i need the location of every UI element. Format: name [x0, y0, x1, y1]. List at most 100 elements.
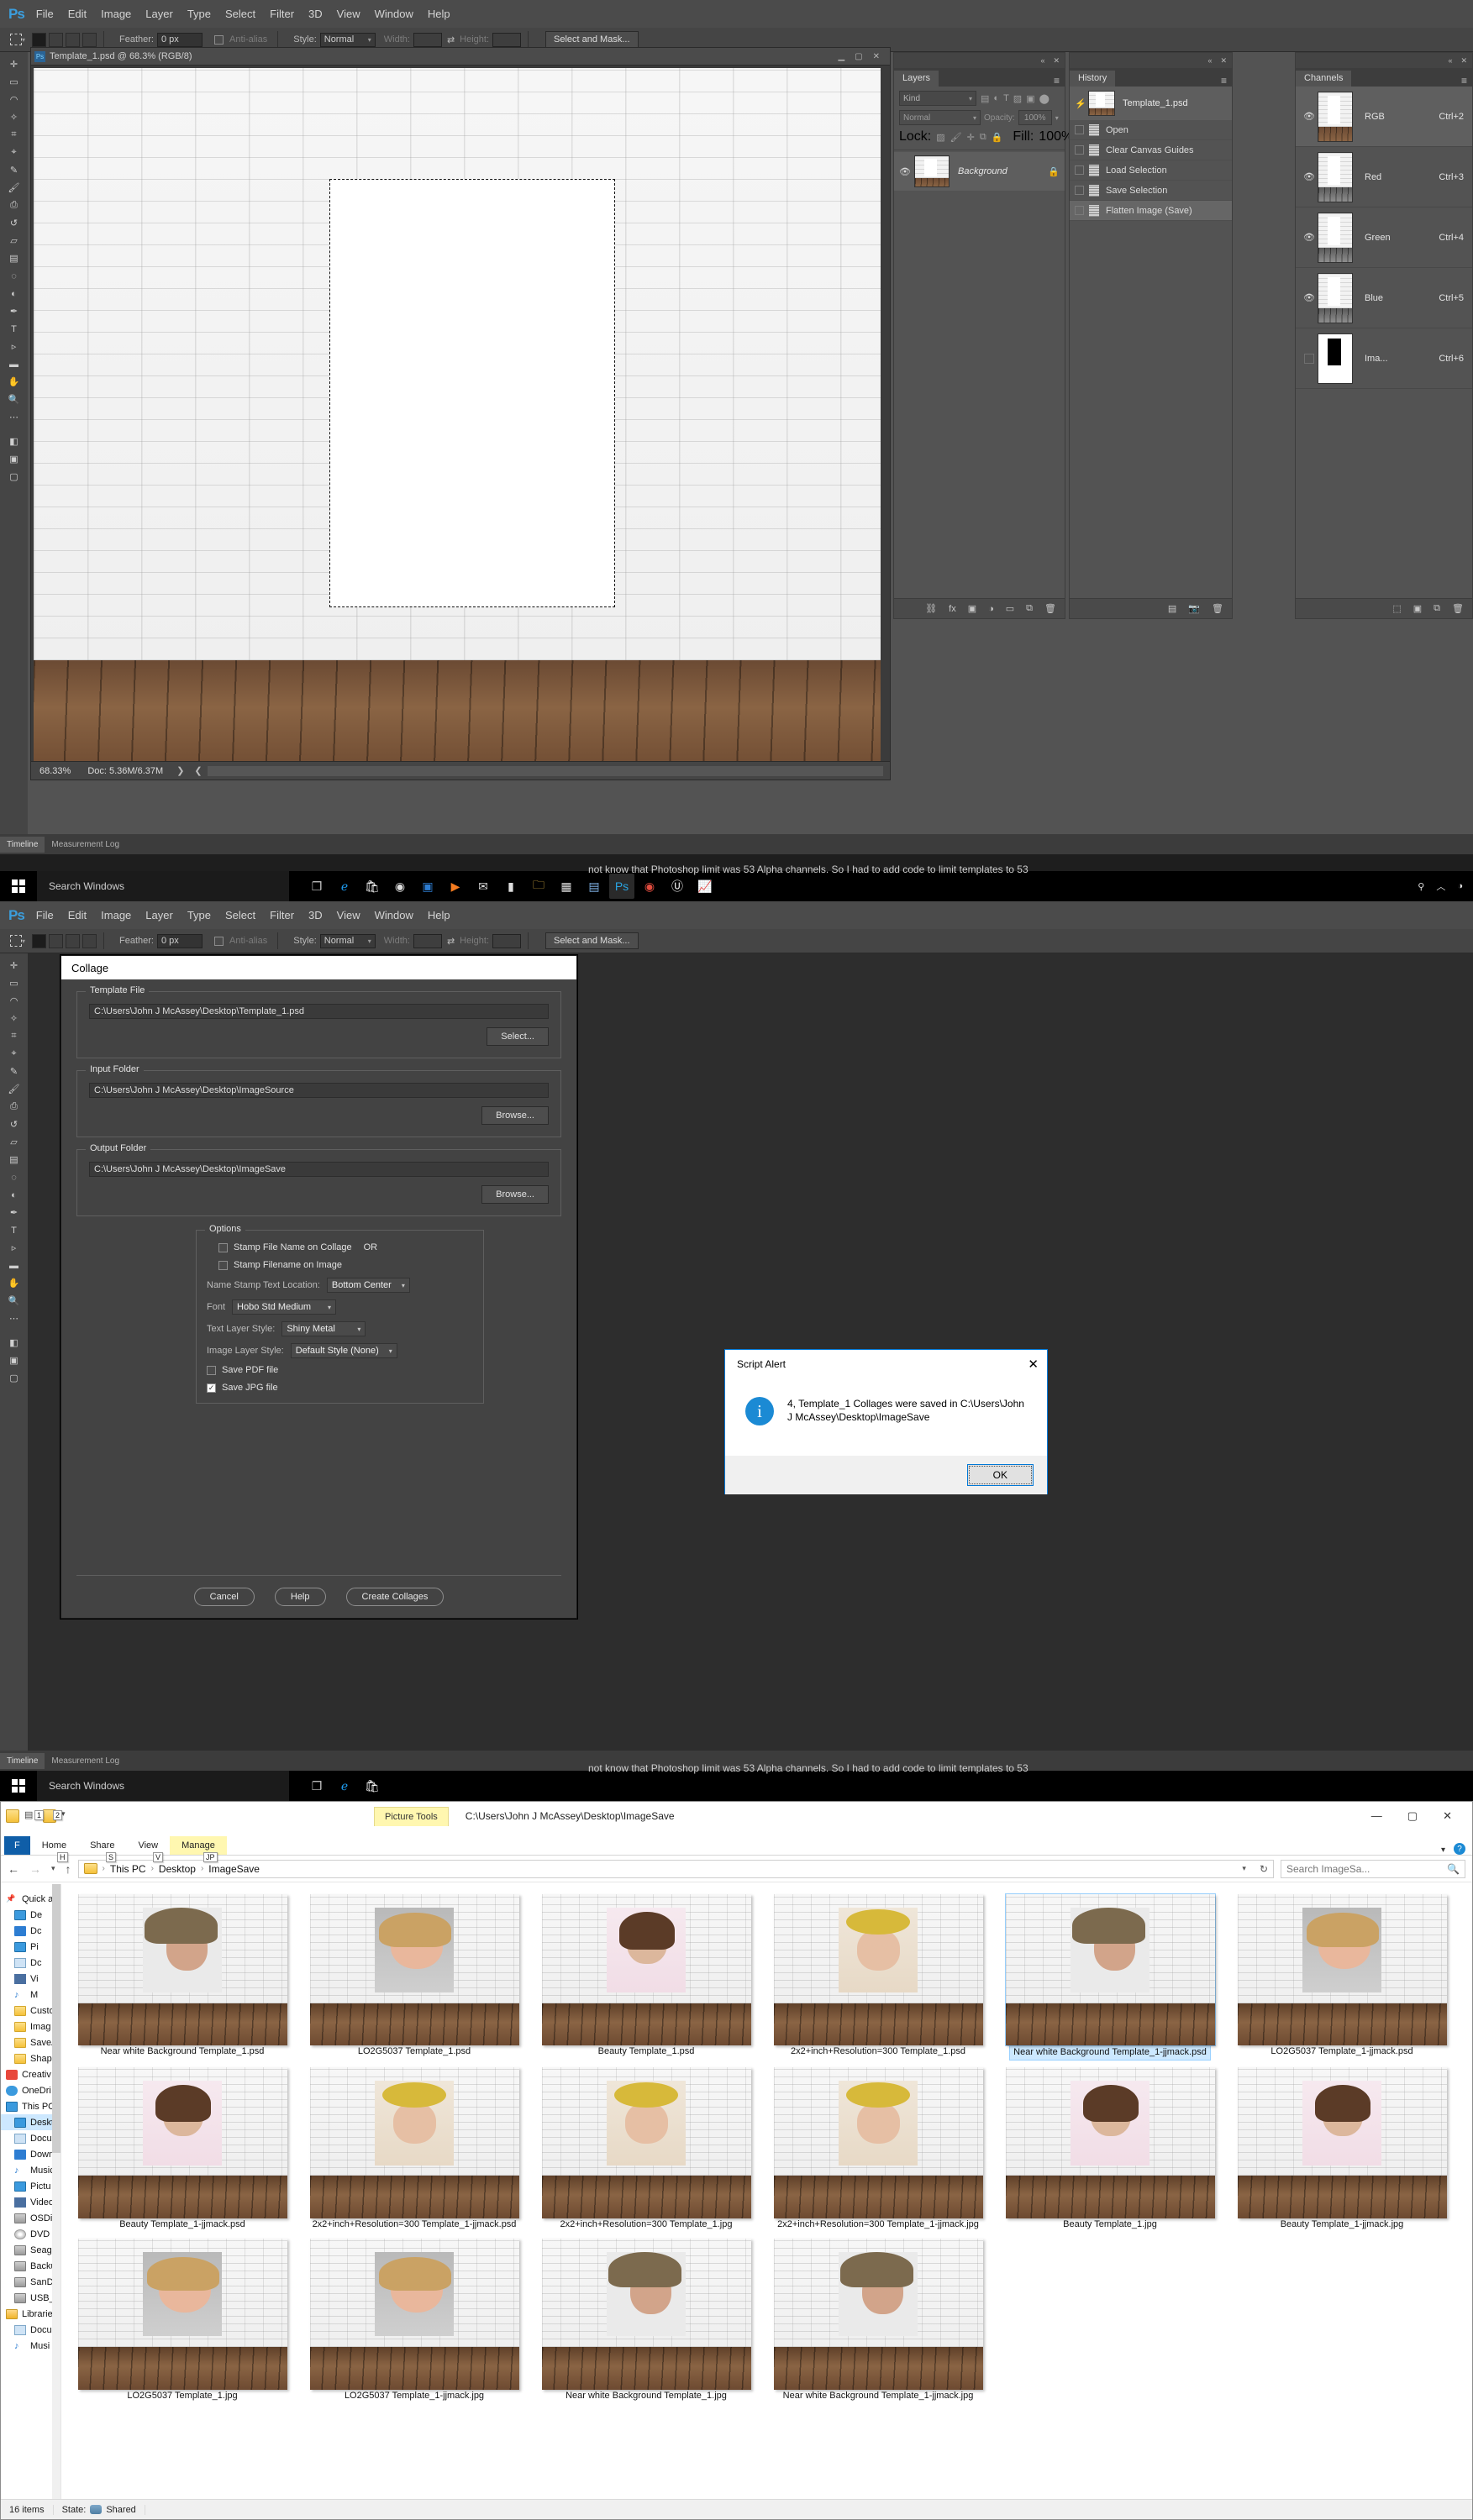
collapse-icon[interactable]: « [1207, 56, 1212, 65]
scroll-left-icon[interactable]: ❮ [189, 765, 207, 776]
history-state-save-selection[interactable]: Save Selection [1070, 181, 1232, 201]
tab-manage[interactable]: Manage [170, 1836, 227, 1855]
close-icon[interactable]: ✕ [1443, 1809, 1452, 1823]
tool-blur-icon[interactable]: ◌ [0, 1168, 28, 1186]
name-stamp-location-select[interactable]: Bottom Center ▾ [326, 1278, 410, 1293]
tool-eyedropper-icon[interactable]: ⌖ [0, 1045, 28, 1063]
menu-item-layer[interactable]: Layer [145, 909, 173, 921]
channel-row-alpha[interactable]: Ima... Ctrl+6 [1296, 328, 1472, 389]
layer-row-background[interactable]: 👁 Background 🔒 [894, 152, 1065, 191]
layer-mask-icon[interactable]: ▣ [968, 603, 976, 614]
tool-zoom-icon[interactable]: 🔍 [0, 1292, 28, 1310]
screen-mode-icon[interactable]: ▢ [0, 1369, 28, 1387]
zoom-level[interactable]: 68.33% [31, 766, 79, 776]
layer-visibility-icon[interactable]: 👁 [899, 166, 914, 177]
file-tile-selected[interactable]: Near white Background Template_1-jjmack.… [994, 1893, 1226, 2061]
select-and-mask-button[interactable]: Select and Mask... [545, 31, 639, 48]
file-explorer-icon[interactable]: 🗀 [526, 874, 551, 899]
tool-clone-icon[interactable]: ⎙ [0, 197, 28, 214]
tool-brush-icon[interactable]: 🖌 [0, 179, 28, 197]
lock-transparent-icon[interactable]: ▨ [936, 132, 944, 143]
file-tile[interactable]: Beauty Template_1-jjmack.jpg [1226, 2066, 1458, 2232]
photoshop-taskbar-icon[interactable]: Ps [609, 874, 634, 899]
swap-dimensions-icon[interactable]: ⇄ [447, 936, 455, 947]
refresh-icon[interactable]: ↻ [1260, 1863, 1268, 1875]
tool-more-icon[interactable]: ⋯ [0, 1310, 28, 1327]
canvas-selection-marquee[interactable] [329, 179, 615, 607]
save-jpg-checkbox[interactable] [207, 1383, 216, 1393]
history-state-open[interactable]: Open [1070, 120, 1232, 140]
back-icon[interactable]: ← [8, 1862, 19, 1876]
tool-gradient-icon[interactable]: ▤ [0, 1151, 28, 1168]
taskbar-search-input[interactable]: Search Windows [37, 1771, 289, 1801]
breadcrumb[interactable]: › This PC › Desktop › ImageSave ▾ ↻ [77, 1859, 1274, 1878]
show-hidden-icons-icon[interactable]: ︿ [1436, 879, 1445, 893]
tool-shape-icon[interactable]: ▬ [0, 355, 28, 373]
tab-layers[interactable]: Layers [894, 71, 939, 87]
file-tile[interactable]: Beauty Template_1-jjmack.psd [66, 2066, 298, 2232]
tool-more-icon[interactable]: ⋯ [0, 408, 28, 426]
height-input[interactable] [492, 933, 522, 948]
file-tile[interactable]: LO2G5037 Template_1.psd [298, 1894, 530, 2061]
tool-marquee-icon[interactable]: ▭ [0, 974, 28, 992]
sidebar-scrollbar-thumb[interactable] [52, 1884, 60, 2153]
font-select[interactable]: Hobo Std Medium ▾ [232, 1299, 337, 1315]
tab-channels[interactable]: Channels [1296, 71, 1352, 87]
outlook-icon[interactable]: ▣ [415, 874, 440, 899]
tool-healing-icon[interactable]: ✎ [0, 1063, 28, 1080]
filter-kind-select[interactable]: Kind ▾ [899, 91, 976, 106]
select-template-button[interactable]: Select... [487, 1027, 549, 1046]
swap-dimensions-icon[interactable]: ⇄ [447, 34, 455, 45]
quick-mask-icon[interactable]: ▣ [0, 1352, 28, 1369]
load-channel-as-selection-icon[interactable]: ⬚ [1392, 603, 1401, 614]
task-view-icon[interactable]: ❐ [304, 874, 329, 899]
start-button[interactable] [0, 1771, 37, 1801]
vlc-icon[interactable]: ▶ [443, 874, 468, 899]
save-pdf-row[interactable]: Save PDF file [207, 1365, 473, 1375]
menu-item-edit[interactable]: Edit [68, 8, 87, 20]
history-state-load-selection[interactable]: Load Selection [1070, 160, 1232, 181]
text-layer-style-select[interactable]: Shiny Metal ▾ [281, 1321, 366, 1336]
close-icon[interactable]: ✕ [1053, 56, 1060, 66]
tab-file[interactable]: F [4, 1836, 30, 1855]
save-selection-as-channel-icon[interactable]: ▣ [1413, 603, 1422, 614]
taskbar-search-input[interactable]: Search Windows [37, 871, 289, 901]
menu-item-view[interactable]: View [337, 909, 360, 921]
store-icon[interactable]: 🛍 [360, 874, 385, 899]
intersect-selection-button[interactable] [82, 32, 97, 47]
menu-item-type[interactable]: Type [187, 8, 211, 20]
ribbon-collapse-chevron-icon[interactable]: ▾ [1441, 1845, 1454, 1855]
lock-all-icon[interactable]: 🔒 [992, 132, 1003, 143]
delete-state-icon[interactable]: 🗑 [1212, 603, 1223, 614]
panel-menu-icon[interactable]: ≡ [1461, 75, 1472, 87]
input-folder-input[interactable]: C:\Users\John J McAssey\Desktop\ImageSou… [89, 1083, 549, 1098]
new-layer-icon[interactable]: ⧉ [1026, 603, 1033, 614]
tool-path-select-icon[interactable]: ▹ [0, 338, 28, 355]
delete-channel-icon[interactable]: 🗑 [1452, 603, 1464, 614]
filter-adjustment-icon[interactable]: ◐ [993, 93, 999, 103]
tab-share[interactable]: Share [78, 1836, 126, 1855]
menu-item-filter[interactable]: Filter [270, 909, 294, 921]
menu-item-3d[interactable]: 3D [308, 8, 323, 20]
history-state-checkbox[interactable] [1075, 165, 1084, 175]
file-tile[interactable]: Near white Background Template_1.jpg [530, 2238, 762, 2403]
word-icon[interactable]: ▤ [581, 874, 607, 899]
marquee-tool-icon[interactable] [10, 34, 22, 45]
tool-dodge-icon[interactable]: ◐ [0, 1186, 28, 1204]
tool-brush-icon[interactable]: 🖌 [0, 1080, 28, 1098]
tool-crop-icon[interactable]: ⌗ [0, 1027, 28, 1045]
tool-move-icon[interactable]: ✛ [0, 957, 28, 974]
menu-item-file[interactable]: File [36, 909, 54, 921]
collapse-icon[interactable]: « [1040, 56, 1044, 65]
intersect-selection-button[interactable] [82, 933, 97, 948]
explorer-file-list[interactable]: Near white Background Template_1.psd LO2… [61, 1884, 1472, 2499]
panel-menu-icon[interactable]: ≡ [1221, 75, 1232, 87]
delete-layer-icon[interactable]: 🗑 [1044, 603, 1056, 614]
history-state-checkbox[interactable] [1075, 206, 1084, 215]
anti-alias-checkbox[interactable] [213, 34, 224, 45]
tool-clone-icon[interactable]: ⎙ [0, 1098, 28, 1116]
start-button[interactable] [0, 871, 37, 901]
opacity-chevron-icon[interactable]: ▾ [1055, 114, 1059, 122]
template-file-input[interactable]: C:\Users\John J McAssey\Desktop\Template… [89, 1004, 549, 1019]
tool-marquee-icon[interactable]: ▭ [0, 73, 28, 91]
